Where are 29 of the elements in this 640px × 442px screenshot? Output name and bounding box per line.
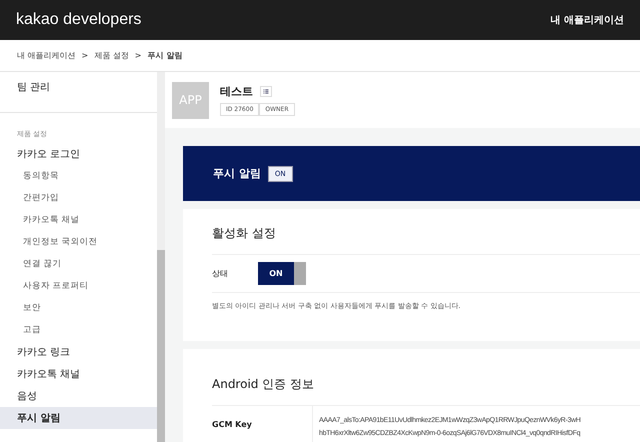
sidebar-item[interactable]: 간편가입 bbox=[0, 187, 157, 209]
sidebar-item[interactable]: 카카오톡 채널 bbox=[0, 209, 157, 231]
sidebar-item[interactable]: 사용자 프로퍼티 bbox=[0, 275, 157, 297]
sidebar-item[interactable]: 카카오톡 채널 bbox=[0, 363, 157, 385]
sidebar-item[interactable]: 보안 bbox=[0, 297, 157, 319]
banner-title: 푸시 알림 bbox=[213, 166, 261, 181]
nav-link[interactable]: 내 애플리케이션 bbox=[550, 13, 624, 27]
sidebar-item[interactable]: 동의항목 bbox=[0, 165, 157, 187]
key-label: GCM Key bbox=[212, 406, 313, 442]
sidebar-item[interactable]: 팀 관리 bbox=[0, 76, 157, 98]
breadcrumb-item[interactable]: 제품 설정 bbox=[94, 50, 129, 61]
sidebar-item[interactable]: 연결 끊기 bbox=[0, 253, 157, 275]
panel-title: Android 인증 정보 bbox=[212, 376, 640, 406]
sidebar-item[interactable]: 카카오 링크 bbox=[0, 341, 157, 363]
breadcrumb-item[interactable]: 푸시 알림 bbox=[148, 50, 182, 61]
status-label: 상태 bbox=[212, 268, 228, 279]
scrollbar[interactable] bbox=[157, 72, 165, 442]
sidebar-item[interactable]: 개인정보 국외이전 bbox=[0, 231, 157, 253]
panel-title: 활성화 설정 bbox=[212, 225, 640, 255]
sidebar-item[interactable]: 고급 bbox=[0, 319, 157, 341]
breadcrumb-separator: > bbox=[82, 51, 88, 60]
logo[interactable]: kakao developers bbox=[16, 11, 142, 29]
sidebar-item[interactable]: 음성 bbox=[0, 385, 157, 407]
sidebar-item[interactable]: 카카오 로그인 bbox=[0, 143, 157, 165]
breadcrumb-item[interactable]: 내 애플리케이션 bbox=[17, 50, 76, 61]
sidebar-item[interactable]: 푸시 알림 bbox=[0, 407, 157, 429]
app-name: 테스트 bbox=[220, 84, 253, 99]
list-icon[interactable] bbox=[260, 86, 272, 97]
breadcrumb-separator: > bbox=[134, 51, 142, 60]
